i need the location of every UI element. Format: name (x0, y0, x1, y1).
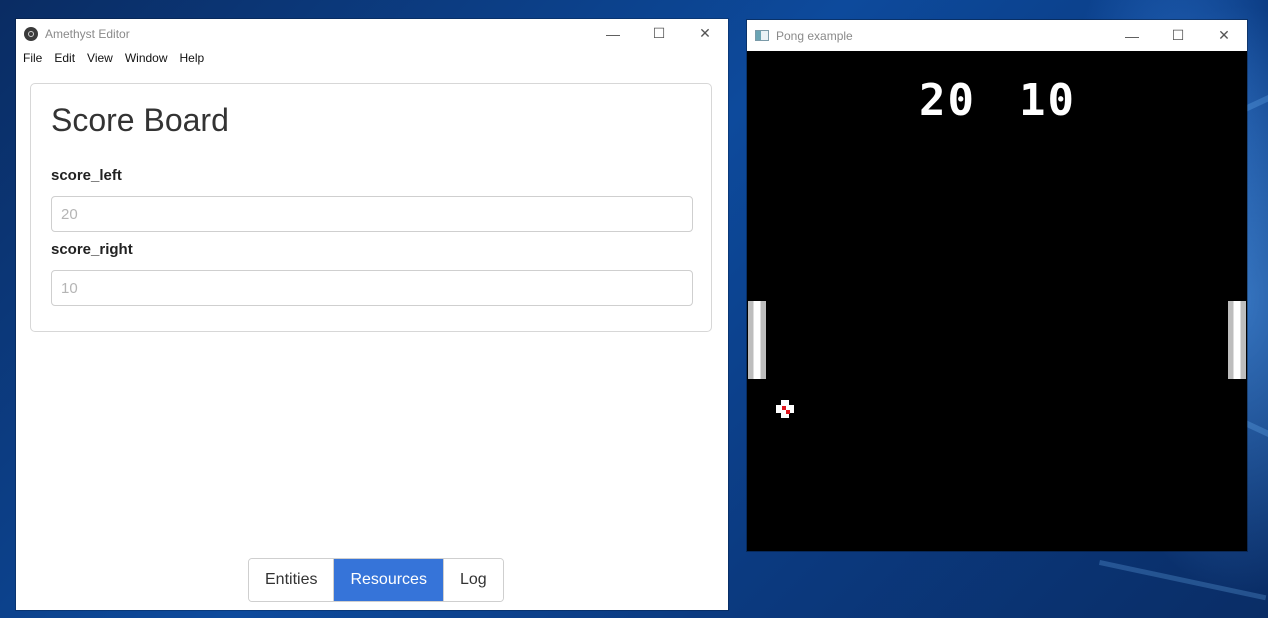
wallpaper-streak (1098, 560, 1267, 601)
menu-edit[interactable]: Edit (53, 48, 81, 68)
score-left-label: score_left (51, 167, 122, 184)
bottom-tabs: Entities Resources Log (248, 558, 504, 602)
minimize-icon: — (1125, 27, 1139, 44)
card-title: Score Board (51, 102, 229, 138)
editor-window: Amethyst Editor — ☐ ✕ File Edit View Win… (16, 19, 728, 610)
pong-titlebar[interactable]: Pong example — ☐ ✕ (747, 20, 1247, 51)
minimize-icon: — (606, 25, 620, 42)
score-right-label: score_right (51, 241, 133, 258)
tab-log[interactable]: Log (443, 559, 503, 601)
game-canvas[interactable]: 20 10 (747, 51, 1247, 551)
menu-window[interactable]: Window (124, 48, 174, 68)
pong-maximize-button[interactable]: ☐ (1155, 20, 1201, 51)
score-left-input[interactable] (51, 196, 693, 232)
tab-entities[interactable]: Entities (249, 559, 335, 601)
pong-close-button[interactable]: ✕ (1201, 20, 1247, 51)
score-right-input[interactable] (51, 270, 693, 306)
amethyst-logo-icon (24, 26, 38, 41)
close-icon: ✕ (699, 25, 711, 41)
editor-titlebar[interactable]: Amethyst Editor — ☐ ✕ (16, 19, 728, 48)
close-button[interactable]: ✕ (682, 19, 728, 48)
maximize-icon: ☐ (652, 25, 666, 41)
menu-help[interactable]: Help (179, 48, 211, 68)
pong-window-controls: — ☐ ✕ (1109, 20, 1247, 51)
window-controls: — ☐ ✕ (590, 19, 728, 48)
pong-window: Pong example — ☐ ✕ 20 10 (747, 20, 1247, 551)
window-app-icon (755, 30, 769, 41)
window-title: Amethyst Editor (45, 26, 130, 41)
score-board-card: Score Board score_left score_right (30, 83, 712, 332)
menu-file[interactable]: File (22, 48, 48, 68)
left-score: 20 (919, 75, 976, 126)
ball-icon (776, 400, 794, 418)
maximize-button[interactable]: ☐ (636, 19, 682, 48)
minimize-button[interactable]: — (590, 19, 636, 48)
left-paddle (748, 301, 766, 379)
right-paddle (1228, 301, 1246, 379)
right-score: 10 (1019, 75, 1076, 126)
tab-resources[interactable]: Resources (334, 559, 444, 601)
menu-bar: File Edit View Window Help (16, 48, 728, 68)
menu-view[interactable]: View (86, 48, 119, 68)
pong-window-title: Pong example (776, 28, 853, 43)
maximize-icon: ☐ (1171, 27, 1185, 43)
close-icon: ✕ (1218, 27, 1230, 43)
pong-minimize-button[interactable]: — (1109, 20, 1155, 51)
